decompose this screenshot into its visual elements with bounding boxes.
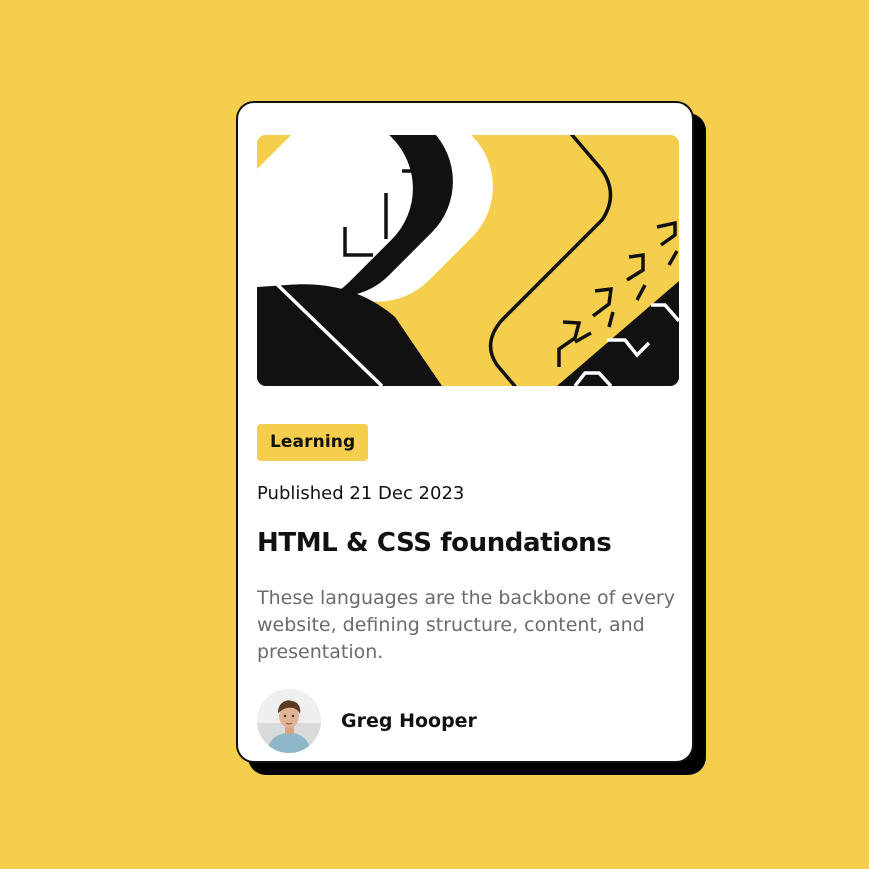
category-badge: Learning <box>257 424 369 461</box>
author-name: Greg Hooper <box>341 710 477 732</box>
published-date: Published 21 Dec 2023 <box>257 483 465 504</box>
card-title[interactable]: HTML & CSS foundations <box>257 526 612 560</box>
hero-illustration <box>257 135 679 386</box>
blog-preview-card: Learning Published 21 Dec 2023 HTML & CS… <box>236 101 694 763</box>
avatar <box>257 689 321 753</box>
card-description: These languages are the backbone of ever… <box>257 587 675 663</box>
